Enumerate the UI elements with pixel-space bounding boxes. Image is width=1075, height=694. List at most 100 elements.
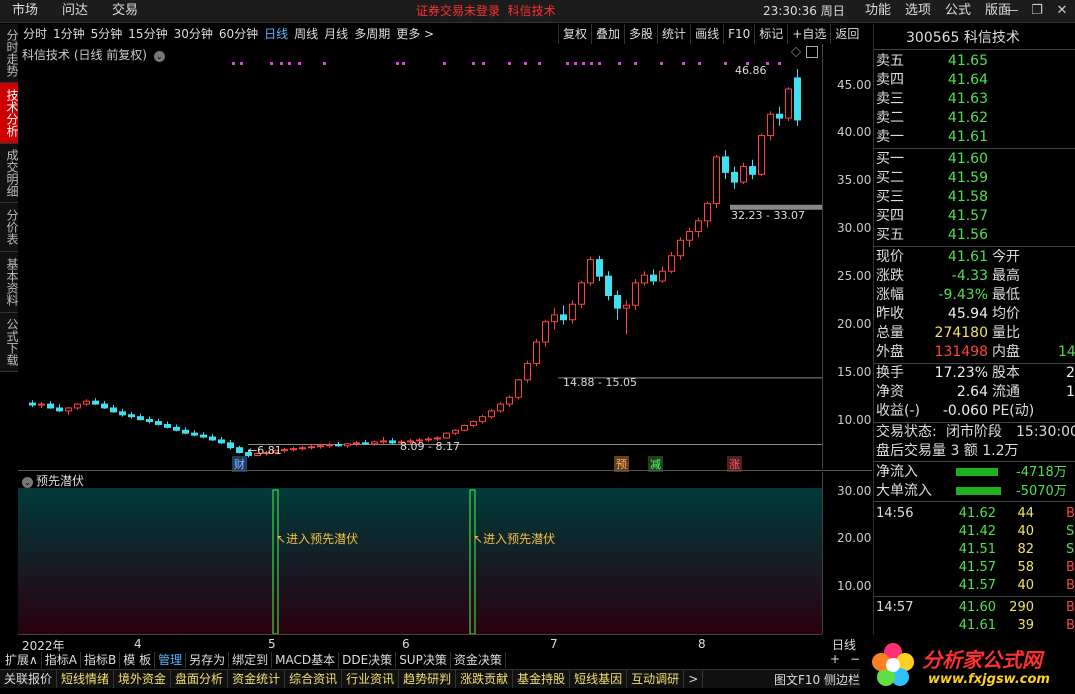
- btn-save-as[interactable]: 另存为: [186, 652, 230, 668]
- candle-body[interactable]: [659, 270, 666, 282]
- candle-body[interactable]: [56, 407, 63, 412]
- candle-body[interactable]: [560, 314, 567, 321]
- menu-wenda[interactable]: 问达: [50, 0, 100, 22]
- tool-f10[interactable]: F10: [723, 24, 754, 44]
- candle-body[interactable]: [290, 448, 297, 451]
- candle-body[interactable]: [497, 403, 504, 412]
- candle-body[interactable]: [335, 444, 342, 447]
- tick-row[interactable]: 41.51 82 S: [874, 540, 1075, 560]
- candle-body[interactable]: [596, 259, 603, 277]
- candle-body[interactable]: [704, 202, 711, 222]
- candle-body[interactable]: [227, 442, 234, 449]
- candle-body[interactable]: [443, 432, 450, 439]
- minus-icon[interactable]: −: [850, 652, 860, 666]
- btn-contribution[interactable]: 涨跌贡献: [456, 670, 514, 688]
- candle-body[interactable]: [182, 429, 189, 434]
- candle-body[interactable]: [461, 424, 468, 431]
- bid-row[interactable]: 买四 41.57: [874, 207, 1075, 226]
- candle-body[interactable]: [506, 396, 513, 405]
- tick-row[interactable]: 41.57 40 B: [874, 576, 1075, 596]
- tool-add-watchlist[interactable]: +自选: [787, 24, 830, 44]
- btn-template[interactable]: 模 板: [120, 652, 156, 668]
- period-5min[interactable]: 5分钟: [88, 24, 126, 44]
- candle-body[interactable]: [92, 400, 99, 405]
- period-multi[interactable]: 多周期: [351, 24, 393, 44]
- btn-bind[interactable]: 绑定到: [229, 652, 273, 668]
- btn-expand[interactable]: 扩展∧: [2, 652, 42, 668]
- indicator-chart[interactable]: [18, 488, 822, 634]
- tab-deals[interactable]: 成交明细: [0, 144, 19, 203]
- btn-industry-news[interactable]: 行业资讯: [342, 670, 400, 688]
- ask-row[interactable]: 卖三 41.63: [874, 90, 1075, 109]
- candle-body[interactable]: [533, 341, 540, 364]
- menu-formula[interactable]: 公式: [938, 0, 978, 22]
- maximize-button[interactable]: ❐: [1025, 0, 1049, 22]
- candle-body[interactable]: [524, 362, 531, 381]
- tab-intraday[interactable]: 分时走势: [0, 24, 19, 83]
- close-button[interactable]: ✕: [1050, 0, 1074, 22]
- candle-body[interactable]: [119, 411, 126, 416]
- tab-formula-download[interactable]: 公式下载: [0, 313, 19, 372]
- menu-trade[interactable]: 交易: [100, 0, 150, 22]
- login-status[interactable]: 证券交易未登录 科信技术: [416, 0, 556, 22]
- candle-body[interactable]: [677, 239, 684, 257]
- candle-body[interactable]: [218, 439, 225, 444]
- btn-manage[interactable]: 管理: [155, 652, 187, 668]
- period-daily[interactable]: 日线: [261, 24, 291, 44]
- tab-technical[interactable]: 技术分析: [0, 83, 19, 144]
- candle-body[interactable]: [479, 416, 486, 423]
- candle-body[interactable]: [434, 437, 441, 440]
- btn-news[interactable]: 综合资讯: [285, 670, 343, 688]
- candle-body[interactable]: [371, 441, 378, 445]
- candle-body[interactable]: [668, 255, 675, 272]
- menu-options[interactable]: 选项: [898, 0, 938, 22]
- candle-body[interactable]: [569, 303, 576, 321]
- tool-mark[interactable]: 标记: [754, 24, 787, 44]
- btn-related-quote[interactable]: 关联报价: [0, 670, 58, 688]
- tool-back[interactable]: 返回: [830, 24, 863, 44]
- candle-body[interactable]: [488, 410, 495, 418]
- tab-basic-info[interactable]: 基本资料: [0, 252, 19, 313]
- period-30min[interactable]: 30分钟: [171, 24, 216, 44]
- period-intraday[interactable]: 分时: [20, 24, 50, 44]
- plus-icon[interactable]: +: [830, 652, 840, 666]
- minimize-button[interactable]: —: [1000, 0, 1024, 22]
- candle-body[interactable]: [236, 447, 243, 454]
- btn-indicator-b[interactable]: 指标B: [81, 652, 121, 668]
- candle-body[interactable]: [362, 442, 369, 445]
- candle-body[interactable]: [452, 429, 459, 434]
- candle-body[interactable]: [29, 402, 36, 406]
- tool-draw-line[interactable]: 画线: [690, 24, 723, 44]
- btn-foreign-capital[interactable]: 境外资金: [114, 670, 172, 688]
- candle-body[interactable]: [317, 445, 324, 448]
- btn-macd[interactable]: MACD基本: [272, 652, 340, 668]
- candle-body[interactable]: [794, 77, 801, 121]
- candle-body[interactable]: [731, 171, 738, 183]
- candle-body[interactable]: [110, 407, 117, 413]
- diamond-icon[interactable]: [790, 46, 802, 58]
- btn-dde[interactable]: DDE决策: [339, 652, 397, 668]
- window-icon[interactable]: [806, 46, 818, 58]
- candle-body[interactable]: [515, 379, 522, 398]
- bid-row[interactable]: 买五 41.56: [874, 226, 1075, 245]
- candle-body[interactable]: [344, 443, 351, 447]
- btn-fund[interactable]: 资金决策: [451, 652, 506, 668]
- candle-body[interactable]: [191, 432, 198, 436]
- tick-row[interactable]: 14:57 41.60 290 B: [874, 598, 1075, 618]
- candle-body[interactable]: [614, 295, 621, 309]
- candle-body[interactable]: [785, 88, 792, 119]
- axis-period[interactable]: 日线: [832, 636, 856, 653]
- candle-body[interactable]: [74, 403, 81, 409]
- candle-body[interactable]: [128, 414, 135, 418]
- candle-body[interactable]: [389, 440, 396, 444]
- btn-fund-stats[interactable]: 资金统计: [228, 670, 286, 688]
- tick-row[interactable]: 41.61 39 B: [874, 616, 1075, 636]
- candle-body[interactable]: [551, 314, 558, 323]
- candle-body[interactable]: [767, 113, 774, 137]
- tab-price-table[interactable]: 分价表: [0, 203, 19, 252]
- panel-divider[interactable]: [18, 470, 872, 471]
- candle-body[interactable]: [740, 166, 747, 183]
- candle-body[interactable]: [686, 231, 693, 241]
- candle-body[interactable]: [101, 403, 108, 409]
- candle-body[interactable]: [326, 444, 333, 447]
